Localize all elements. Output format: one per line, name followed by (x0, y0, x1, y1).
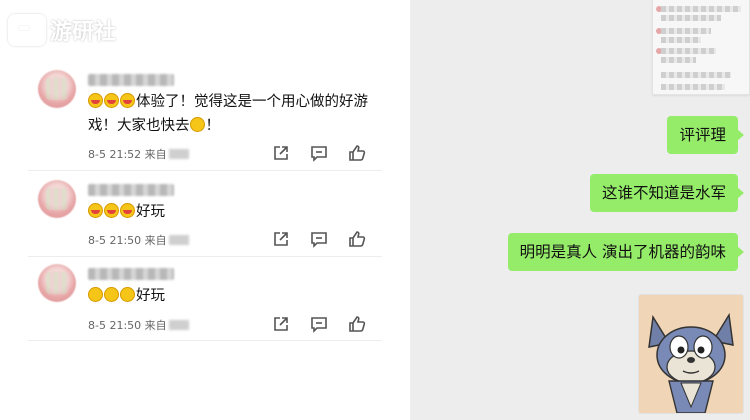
comment-text: 好玩 (88, 284, 378, 308)
chat-message: 这谁不知道是水军 (589, 174, 745, 212)
divider (28, 340, 382, 341)
share-icon[interactable] (272, 144, 290, 162)
source-blurred (168, 149, 189, 159)
thumb-row (661, 15, 721, 21)
timestamp: 8-5 21:52 (88, 148, 142, 161)
tom-cat-icon (639, 295, 743, 413)
avatar[interactable] (38, 180, 76, 218)
like-icon[interactable] (348, 315, 366, 333)
smile-emoji-icon (88, 287, 103, 302)
screenshot-thumbnail[interactable] (652, 0, 750, 95)
emoji-icon (88, 203, 103, 218)
comment-text: 体验了！觉得这是一个用心做的好游戏！大家也快去！ (88, 90, 378, 138)
thumb-row (661, 37, 701, 43)
gamepad-logo-icon (8, 14, 46, 46)
laugh-emoji-icon (189, 117, 205, 132)
thumb-row (661, 6, 741, 12)
thumb-row (661, 72, 731, 78)
comment-actions (272, 230, 366, 248)
smile-emoji-icon (104, 287, 119, 302)
comment-icon[interactable] (310, 315, 328, 333)
comment-actions (272, 315, 366, 333)
username-blurred[interactable] (88, 184, 174, 196)
timestamp: 8-5 21:50 (88, 319, 142, 332)
comment-meta: 8-5 21:50 来自 (88, 317, 189, 333)
emoji-icon (88, 93, 103, 108)
comments-panel: 游研社 体验了！觉得这是一个用心做的好游戏！大家也快去！ 8-5 21:52 来… (0, 0, 410, 420)
watermark-text: 游研社 (50, 20, 117, 45)
share-icon[interactable] (272, 230, 290, 248)
watermark: 游研社 (8, 14, 116, 46)
emoji-icon (104, 93, 119, 108)
thumb-row (661, 28, 711, 34)
like-icon[interactable] (348, 144, 366, 162)
username-blurred[interactable] (88, 268, 174, 280)
divider (28, 256, 382, 257)
avatar[interactable] (38, 264, 76, 302)
comment-body: 好玩 (136, 204, 165, 220)
comment-meta: 8-5 21:50 来自 (88, 232, 189, 248)
chat-message: 明明是真人 演出了机器的韵味 (507, 233, 745, 271)
comment-actions (272, 144, 366, 162)
source-label: 来自 (144, 234, 167, 247)
source-blurred (168, 235, 189, 245)
emoji-icon (104, 203, 119, 218)
emoji-icon (120, 203, 135, 218)
thumb-row (661, 48, 716, 54)
comment-meta: 8-5 21:52 来自 (88, 146, 189, 162)
divider (28, 170, 382, 171)
emoji-icon (120, 93, 135, 108)
chat-panel: 评评理 这谁不知道是水军 明明是真人 演出了机器的韵味 (410, 0, 750, 420)
username-blurred[interactable] (88, 74, 174, 86)
comment-body: 好玩 (136, 288, 165, 304)
comment-icon[interactable] (310, 230, 328, 248)
share-icon[interactable] (272, 315, 290, 333)
chat-message: 评评理 (667, 116, 744, 154)
tom-cat-sticker[interactable] (638, 294, 744, 414)
like-icon[interactable] (348, 230, 366, 248)
avatar[interactable] (38, 70, 76, 108)
smile-emoji-icon (120, 287, 135, 302)
thumb-row (661, 57, 696, 63)
comment-text: 好玩 (88, 200, 378, 224)
timestamp: 8-5 21:50 (88, 234, 142, 247)
thumb-row (661, 84, 725, 90)
source-label: 来自 (144, 319, 167, 332)
comment-icon[interactable] (310, 144, 328, 162)
source-blurred (168, 320, 189, 330)
source-label: 来自 (144, 148, 167, 161)
comment-trailing: ！ (205, 118, 221, 134)
